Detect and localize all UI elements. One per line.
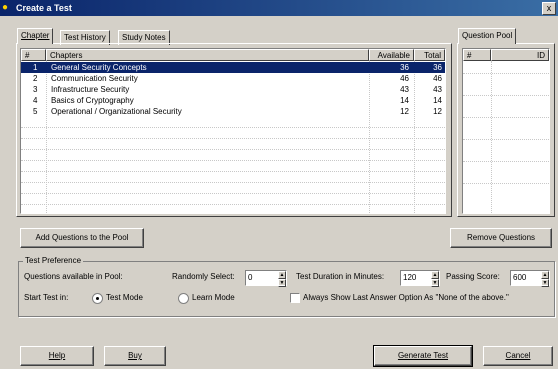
test-mode-label[interactable]: Test Mode <box>106 293 143 303</box>
passing-score-value: 600 <box>513 273 527 282</box>
randomly-select-label: Randomly Select: <box>172 272 235 281</box>
duration-arrows[interactable]: ▲ ▼ <box>431 271 439 287</box>
buy-button-label: Buy <box>128 351 142 360</box>
arrow-up-icon[interactable]: ▲ <box>541 271 549 279</box>
randomly-select-arrows[interactable]: ▲ ▼ <box>278 271 286 287</box>
passing-score-label: Passing Score: <box>446 272 500 281</box>
grid-line <box>463 117 549 118</box>
duration-label: Test Duration in Minutes: <box>296 272 385 281</box>
buy-button[interactable]: Buy <box>104 346 166 366</box>
chapters-list[interactable]: # Chapters Available Total 1 General Sec… <box>20 48 446 214</box>
generate-test-button[interactable]: Generate Test <box>373 345 473 367</box>
randomly-select-value: 0 <box>248 273 253 282</box>
col-header-chapters[interactable]: Chapters <box>46 49 369 61</box>
grid-line <box>21 138 445 139</box>
row-num: 1 <box>33 63 38 72</box>
tab-question-pool-label: Question Pool <box>462 31 513 40</box>
learn-mode-radio[interactable] <box>178 293 189 304</box>
row-chapter-name: General Security Concepts <box>51 63 147 72</box>
grid-line <box>491 61 492 213</box>
test-mode-radio[interactable] <box>92 293 103 304</box>
row-chapter-name: Operational / Organizational Security <box>51 107 182 116</box>
grid-line <box>21 171 445 172</box>
create-test-window: ● Create a Test x Chapter Test History S… <box>0 0 558 369</box>
row-num: 3 <box>33 85 38 94</box>
row-available: 36 <box>400 63 409 72</box>
randomly-select-stepper[interactable]: 0 ▲ ▼ <box>245 270 287 287</box>
test-preference-label: Test Preference <box>23 256 84 266</box>
col-header-available[interactable]: Available <box>369 49 414 61</box>
row-chapter-name: Basics of Cryptography <box>51 96 134 105</box>
arrow-up-icon[interactable]: ▲ <box>278 271 286 279</box>
arrow-up-icon[interactable]: ▲ <box>431 271 439 279</box>
row-available: 43 <box>400 85 409 94</box>
grid-line <box>21 127 445 128</box>
table-row[interactable]: 3 Infrastructure Security 43 43 <box>21 84 445 95</box>
help-button[interactable]: Help <box>20 346 94 366</box>
grid-line <box>21 193 445 194</box>
arrow-down-icon[interactable]: ▼ <box>431 279 439 287</box>
row-num: 4 <box>33 96 38 105</box>
title-bar: ● Create a Test x <box>0 0 558 16</box>
always-show-checkbox[interactable] <box>290 293 300 303</box>
pool-col-header-num[interactable]: # <box>463 49 491 61</box>
passing-score-stepper[interactable]: 600 ▲ ▼ <box>510 270 550 287</box>
app-icon: ● <box>2 2 9 13</box>
row-total: 36 <box>433 63 442 72</box>
learn-mode-label[interactable]: Learn Mode <box>192 293 235 303</box>
row-chapter-name: Communication Security <box>51 74 138 83</box>
arrow-down-icon[interactable]: ▼ <box>278 279 286 287</box>
add-questions-button[interactable]: Add Questions to the Pool <box>20 228 144 248</box>
duration-stepper[interactable]: 120 ▲ ▼ <box>400 270 440 287</box>
table-row[interactable]: 5 Operational / Organizational Security … <box>21 106 445 117</box>
grid-line <box>21 204 445 205</box>
table-row[interactable]: 2 Communication Security 46 46 <box>21 73 445 84</box>
cancel-button[interactable]: Cancel <box>483 346 553 366</box>
start-test-label: Start Test in: <box>24 293 69 302</box>
tab-question-pool[interactable]: Question Pool <box>458 28 517 44</box>
col-header-total[interactable]: Total <box>414 49 445 61</box>
row-total: 14 <box>433 96 442 105</box>
grid-line <box>21 182 445 183</box>
col-header-num[interactable]: # <box>21 49 46 61</box>
arrow-down-icon[interactable]: ▼ <box>541 279 549 287</box>
row-available: 12 <box>400 107 409 116</box>
question-pool-list[interactable]: # ID <box>462 48 550 214</box>
generate-test-button-label: Generate Test <box>397 351 449 360</box>
row-total: 43 <box>433 85 442 94</box>
row-num: 2 <box>33 74 38 83</box>
row-available: 14 <box>400 96 409 105</box>
duration-value: 120 <box>403 273 417 282</box>
row-num: 5 <box>33 107 38 116</box>
grid-line <box>463 95 549 96</box>
row-total: 12 <box>433 107 442 116</box>
grid-line <box>21 160 445 161</box>
always-show-label[interactable]: Always Show Last Answer Option As "None … <box>303 293 509 303</box>
tab-test-history-label: Test History <box>64 33 106 42</box>
table-row[interactable]: 1 General Security Concepts 36 36 <box>21 62 445 73</box>
grid-line <box>463 183 549 184</box>
window-title: Create a Test <box>16 3 72 13</box>
table-row[interactable]: 4 Basics of Cryptography 14 14 <box>21 95 445 106</box>
cancel-button-label: Cancel <box>505 351 531 360</box>
grid-line <box>463 73 549 74</box>
row-total: 46 <box>433 74 442 83</box>
pool-col-header-id[interactable]: ID <box>491 49 549 61</box>
grid-line <box>463 161 549 162</box>
remove-questions-button[interactable]: Remove Questions <box>450 228 552 248</box>
grid-line <box>21 149 445 150</box>
close-icon[interactable]: x <box>542 2 556 15</box>
row-chapter-name: Infrastructure Security <box>51 85 130 94</box>
tab-chapter[interactable]: Chapter <box>17 28 54 44</box>
grid-line <box>463 139 549 140</box>
tab-chapter-label: Chapter <box>21 31 50 40</box>
tab-study-notes-label: Study Notes <box>122 33 166 42</box>
questions-available-label: Questions available in Pool: <box>24 272 123 281</box>
help-button-label: Help <box>48 351 66 360</box>
passing-score-arrows[interactable]: ▲ ▼ <box>541 271 549 287</box>
row-available: 46 <box>400 74 409 83</box>
